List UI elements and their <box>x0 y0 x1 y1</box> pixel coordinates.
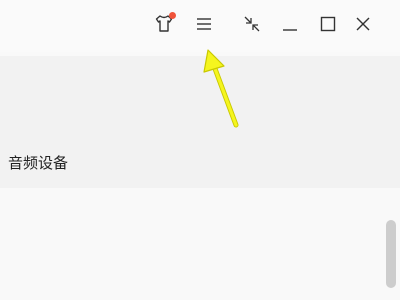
minimize-icon <box>283 29 297 31</box>
menu-button[interactable] <box>190 10 218 38</box>
hamburger-menu-icon <box>197 18 211 30</box>
collapse-arrows-icon <box>244 16 260 32</box>
maximize-button[interactable] <box>314 10 342 38</box>
scrollbar-thumb[interactable] <box>386 220 396 288</box>
audio-device-section-label: 音频设备 <box>8 154 69 172</box>
minimize-button[interactable] <box>276 10 304 38</box>
app-window: 音频设备 <box>0 0 400 300</box>
title-bar <box>0 0 400 52</box>
close-button[interactable] <box>349 10 377 38</box>
maximize-icon <box>320 16 336 32</box>
mini-mode-button[interactable] <box>238 10 266 38</box>
skin-button[interactable] <box>150 10 178 38</box>
close-icon <box>356 17 370 31</box>
notification-badge <box>169 12 176 19</box>
content-area <box>0 188 400 300</box>
vertical-scrollbar[interactable] <box>384 210 398 298</box>
